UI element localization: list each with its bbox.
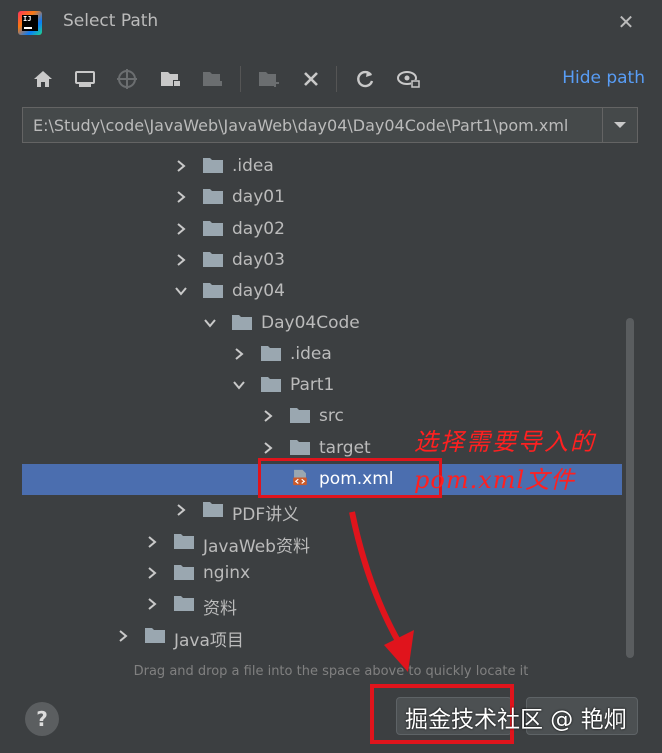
annotation-arrow — [349, 511, 414, 672]
annotation-text-line1: 选择需要导入的 — [414, 428, 596, 456]
annotation-text-line2: pom.xml文件 — [414, 466, 576, 494]
watermark: 掘金技术社区 @ 艳炯 — [405, 707, 627, 733]
